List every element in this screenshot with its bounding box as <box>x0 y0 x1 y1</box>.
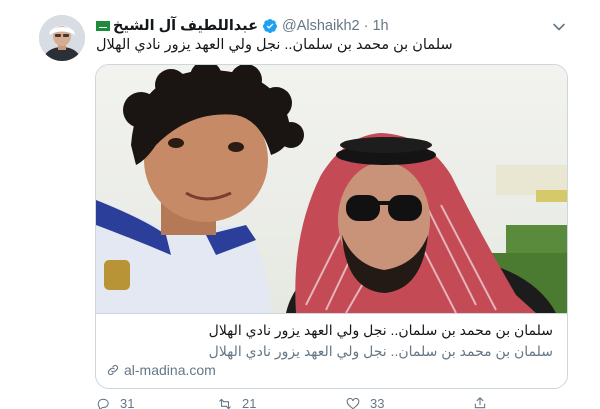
author-handle[interactable]: @Alshaikh2 <box>282 18 360 34</box>
header-separator: · <box>363 18 369 34</box>
like-button[interactable]: 33 <box>346 396 384 409</box>
tweet-text: سلمان بن محمد بن سلمان.. نجل ولي العهد ي… <box>96 37 453 53</box>
card-description: سلمان بن محمد بن سلمان.. نجل ولي العهد ي… <box>208 343 553 359</box>
share-icon <box>474 397 486 409</box>
retweet-button[interactable]: 21 <box>218 396 256 409</box>
card-domain-text: al-madina.com <box>124 362 216 378</box>
avatar[interactable] <box>39 15 85 61</box>
retweet-icon <box>219 398 231 409</box>
link-icon <box>107 364 119 376</box>
card-image <box>96 65 567 314</box>
avatar-image <box>39 15 85 61</box>
tweet-header: عبداللطيف آل الشيخ @Alshaikh2 · 1h <box>96 16 389 36</box>
saudi-flag-icon <box>96 21 110 31</box>
chevron-down-icon[interactable] <box>552 20 566 34</box>
link-card[interactable]: سلمان بن محمد بن سلمان.. نجل ولي العهد ي… <box>95 64 568 389</box>
reply-count: 31 <box>120 396 135 409</box>
share-button[interactable] <box>473 396 497 409</box>
author-name[interactable]: عبداللطيف آل الشيخ <box>113 18 258 34</box>
retweet-count: 21 <box>242 396 257 409</box>
tweet[interactable]: عبداللطيف آل الشيخ @Alshaikh2 · 1h سلمان… <box>0 0 600 409</box>
reply-icon <box>97 398 109 409</box>
verified-badge-icon <box>262 18 278 34</box>
like-count: 33 <box>370 396 385 409</box>
tweet-timestamp[interactable]: 1h <box>372 18 388 34</box>
card-domain[interactable]: al-madina.com <box>106 362 216 378</box>
card-photo <box>96 65 567 313</box>
heart-icon <box>346 397 360 409</box>
card-title: سلمان بن محمد بن سلمان.. نجل ولي العهد ي… <box>208 322 553 338</box>
reply-button[interactable]: 31 <box>96 396 134 409</box>
